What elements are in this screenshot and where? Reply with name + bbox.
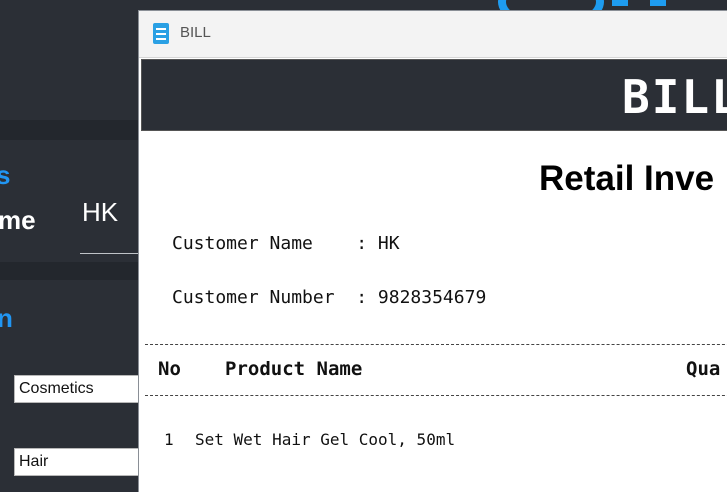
column-header-no: No [158, 358, 181, 380]
customer-name-input[interactable]: HK [82, 197, 118, 228]
item-no: 1 [164, 430, 174, 449]
customer-number-label: Customer Number : [172, 287, 378, 308]
receipt-icon [153, 23, 169, 44]
section-heading: s [0, 160, 11, 190]
divider [0, 262, 140, 280]
window-titlebar[interactable]: BILL [139, 11, 727, 58]
window-title: BILL [180, 24, 211, 41]
column-header-product: Product Name [225, 358, 363, 380]
divider [0, 120, 140, 140]
bill-header-title: BILL [622, 70, 727, 124]
subcategory-select[interactable]: Hair [14, 448, 140, 476]
item-product-name: Set Wet Hair Gel Cool, 50ml [195, 430, 456, 449]
column-header-quantity: Qua [686, 358, 721, 380]
customer-name-row: Customer Name : HK [172, 233, 400, 254]
bill-window: BILL BILL Retail Inve Customer Name : HK… [138, 10, 727, 492]
background-panel [0, 140, 140, 492]
logo-icon [650, 0, 666, 6]
divider [145, 395, 727, 396]
category-heading: n [0, 303, 13, 333]
bill-header: BILL [141, 59, 727, 131]
invoice-title: Retail Inve [539, 159, 715, 198]
category-select[interactable]: Cosmetics [14, 375, 140, 403]
customer-name-value: HK [377, 233, 400, 254]
input-underline [80, 253, 140, 254]
customer-number-value: 9828354679 [377, 287, 487, 308]
customer-name-label: me [0, 205, 36, 235]
customer-number-row: Customer Number : 9828354679 [172, 287, 486, 308]
logo-icon [612, 0, 628, 6]
divider [145, 344, 727, 345]
customer-name-label: Customer Name : [172, 233, 378, 254]
